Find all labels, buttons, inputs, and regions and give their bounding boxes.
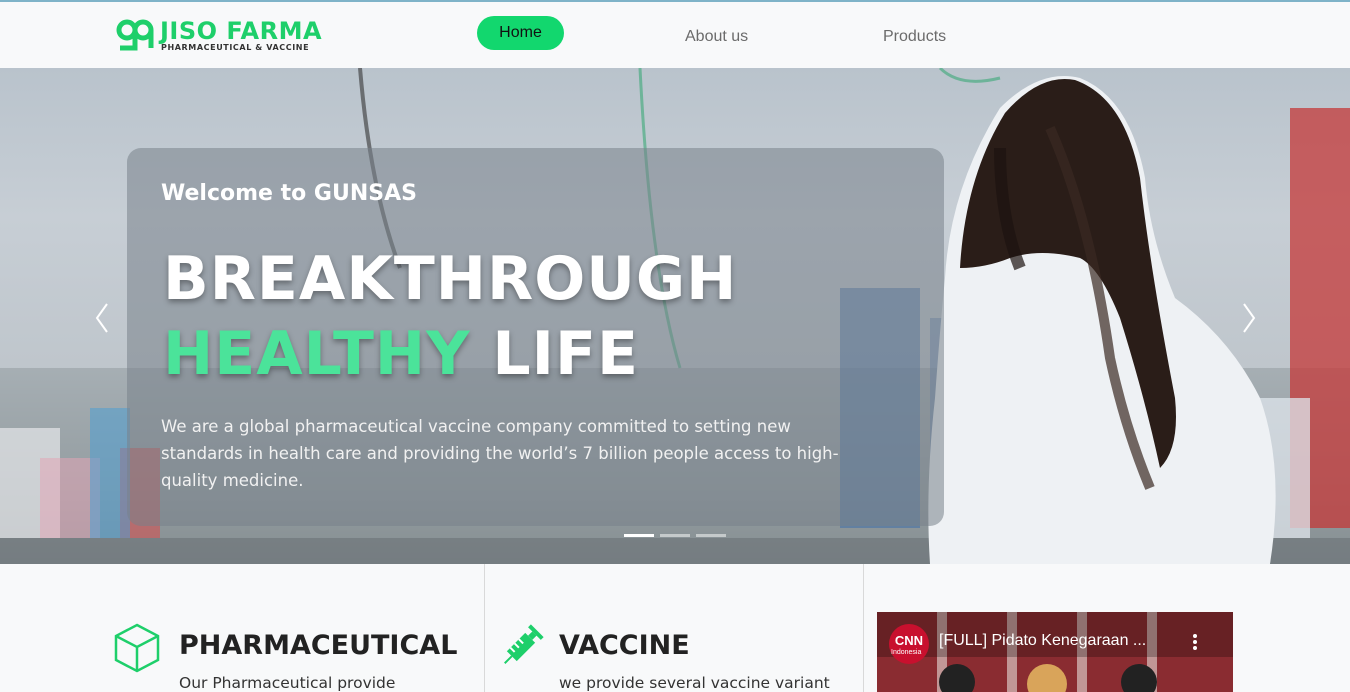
more-vert-icon[interactable] [1193, 634, 1197, 650]
brand-logo[interactable]: JISO FARMA PHARMACEUTICAL & VACCINE [116, 18, 322, 52]
navbar: JISO FARMA PHARMACEUTICAL & VACCINE Home… [0, 0, 1350, 68]
video-thumbnail [877, 612, 1233, 692]
nav-about-us[interactable]: About us [685, 20, 748, 54]
service-text-pharmaceutical: Our Pharmaceutical provide [179, 674, 396, 692]
hero-carousel: Welcome to GUNSAS BREAKTHROUGH HEALTHY L… [0, 68, 1350, 564]
logo-mark-icon [116, 19, 154, 51]
hero-headline-white: LIFE [492, 319, 639, 389]
chevron-left-icon[interactable] [88, 298, 118, 338]
chevron-right-icon[interactable] [1233, 298, 1263, 338]
divider [484, 564, 485, 692]
channel-logo: CNN [889, 624, 929, 664]
service-title-vaccine: VACCINE [559, 630, 690, 661]
carousel-indicators [624, 534, 726, 537]
video-title[interactable]: [FULL] Pidato Kenegaraan ... [939, 632, 1146, 650]
channel-logo-sub: Indonesia [891, 649, 922, 656]
service-title-pharmaceutical: PHARMACEUTICAL [179, 630, 458, 661]
carousel-indicator[interactable] [660, 534, 690, 537]
nav-products[interactable]: Products [883, 20, 946, 54]
service-text-vaccine: we provide several vaccine variant [559, 674, 830, 692]
divider [863, 564, 864, 692]
hero-headline-line1: BREAKTHROUGH [163, 244, 738, 314]
youtube-video-embed[interactable]: CNN Indonesia [FULL] Pidato Kenegaraan .… [877, 612, 1233, 692]
hero-headline-green: HEALTHY [163, 319, 471, 389]
brand-name: JISO FARMA [160, 16, 323, 45]
syringe-icon [504, 624, 544, 664]
hero-headline-line2: HEALTHY LIFE [163, 319, 639, 389]
carousel-indicator[interactable] [696, 534, 726, 537]
cube-icon [114, 623, 160, 673]
brand-tagline: PHARMACEUTICAL & VACCINE [161, 42, 310, 52]
services-section: PHARMACEUTICAL Our Pharmaceutical provid… [0, 564, 1350, 692]
hero-welcome: Welcome to GUNSAS [161, 181, 417, 206]
nav-home[interactable]: Home [477, 16, 564, 50]
hero-description: We are a global pharmaceutical vaccine c… [161, 417, 839, 490]
carousel-indicator[interactable] [624, 534, 654, 537]
